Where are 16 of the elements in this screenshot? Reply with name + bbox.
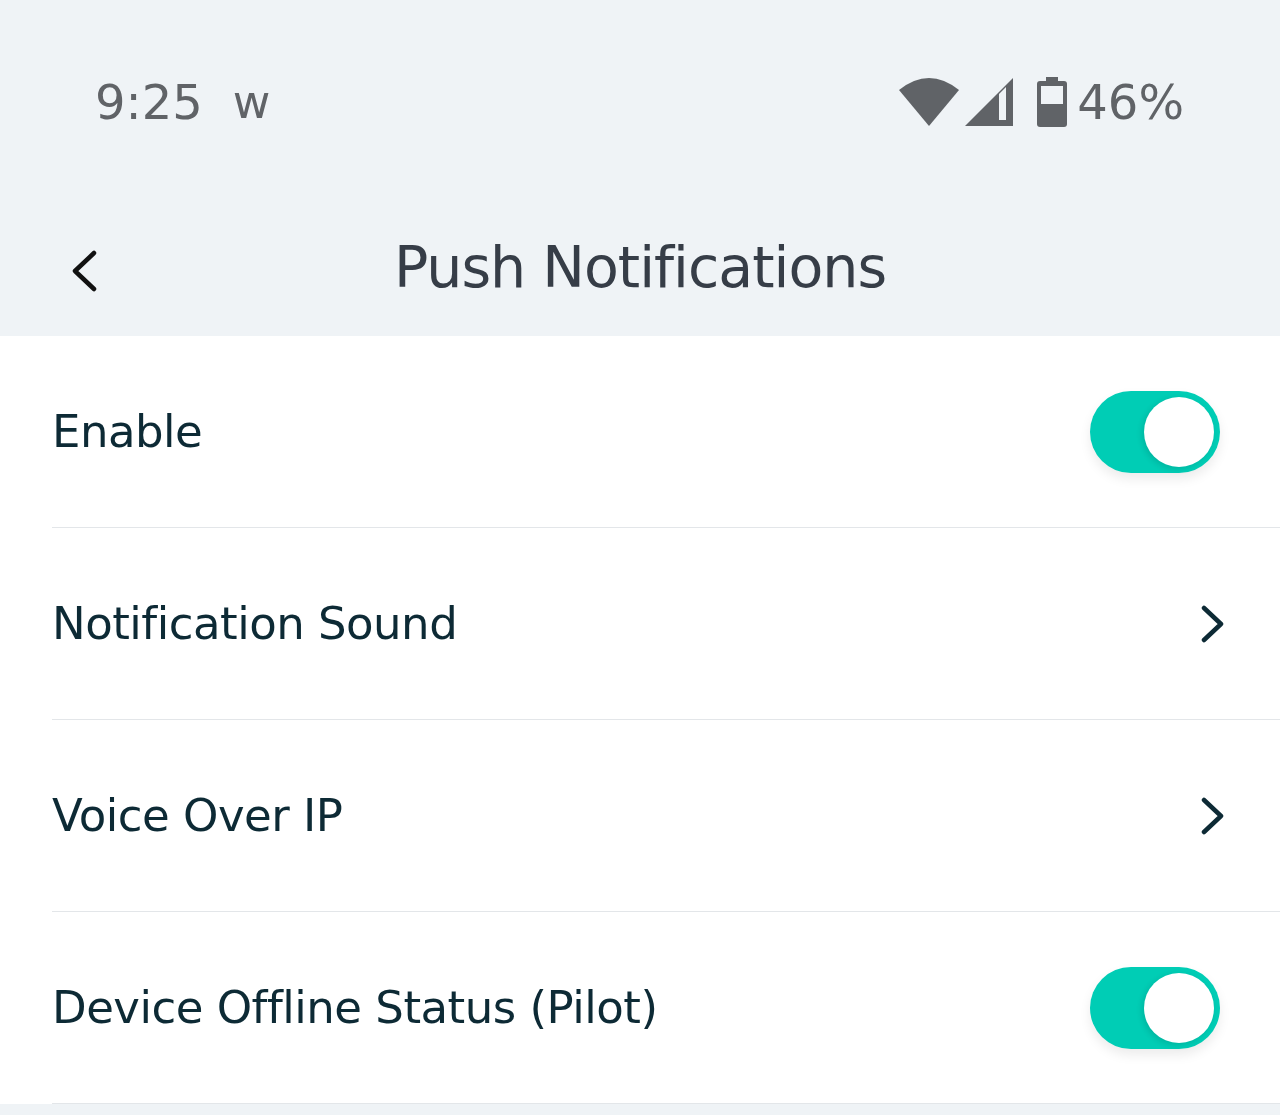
setting-label: Voice Over IP [52,789,344,842]
wifi-icon [899,77,960,126]
chevron-left-icon [70,250,98,292]
app-indicator: w [232,78,271,125]
setting-label: Notification Sound [52,597,459,650]
settings-link-row[interactable]: Voice Over IP [52,720,1280,912]
page-title: Push Notifications [393,232,887,300]
signal-icon [965,77,1014,126]
setting-label: Enable [52,405,204,458]
chevron-right-icon [1201,604,1225,643]
battery-icon [1037,76,1068,127]
clock-time: 9:25 [95,77,203,126]
chevron-right-icon [1201,796,1225,835]
settings-link-row[interactable]: Notification Sound [52,528,1280,720]
battery-percent: 46% [1077,77,1184,126]
setting-label: Device Offline Status (Pilot) [52,981,659,1034]
